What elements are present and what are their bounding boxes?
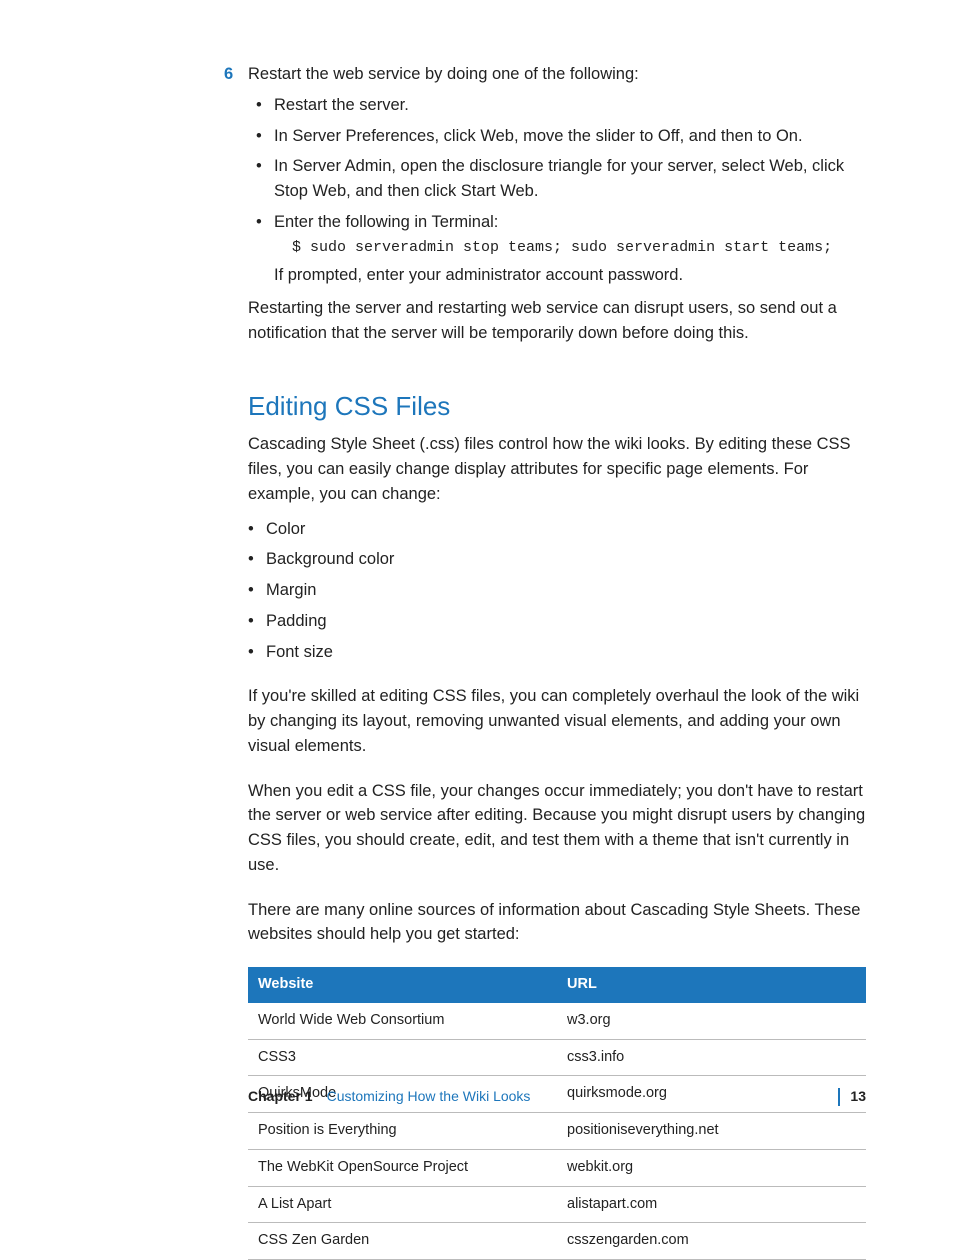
page-number: 13	[850, 1086, 866, 1107]
body-paragraph: There are many online sources of informa…	[248, 898, 866, 948]
site-name: The WebKit OpenSource Project	[248, 1149, 557, 1186]
step-sublist: Restart the server. In Server Preference…	[256, 93, 866, 288]
list-item: Background color	[248, 547, 866, 572]
chapter-title: Customizing How the Wiki Looks	[327, 1086, 819, 1107]
step-number: 6	[224, 62, 233, 87]
site-url: alistapart.com	[557, 1186, 866, 1223]
table-row: A List Apartalistapart.com	[248, 1186, 866, 1223]
list-item-text: Enter the following in Terminal:	[274, 213, 498, 231]
table-header: Website	[248, 967, 557, 1003]
list-item: Restart the server.	[256, 93, 866, 118]
chapter-label: Chapter 1	[248, 1086, 313, 1107]
websites-table: Website URL World Wide Web Consortiumw3.…	[248, 967, 866, 1260]
page-footer: Chapter 1 Customizing How the Wiki Looks…	[248, 1086, 866, 1107]
site-url: positioniseverything.net	[557, 1113, 866, 1150]
table-header: URL	[557, 967, 866, 1003]
section-intro: Cascading Style Sheet (.css) files contr…	[248, 432, 866, 506]
list-item: Enter the following in Terminal: $ sudo …	[256, 210, 866, 288]
table-row: The WebKit OpenSource Projectwebkit.org	[248, 1149, 866, 1186]
step-text: Restart the web service by doing one of …	[248, 62, 866, 87]
page-content: 6 Restart the web service by doing one o…	[0, 0, 954, 1260]
list-item: In Server Admin, open the disclosure tri…	[256, 154, 866, 204]
body-paragraph: If you're skilled at editing CSS files, …	[248, 684, 866, 758]
site-url: css3.info	[557, 1039, 866, 1076]
site-url: webkit.org	[557, 1149, 866, 1186]
site-name: Position is Everything	[248, 1113, 557, 1150]
site-name: CSS Zen Garden	[248, 1223, 557, 1260]
table-row: Position is Everythingpositioniseverythi…	[248, 1113, 866, 1150]
list-item: Padding	[248, 609, 866, 634]
body-paragraph: When you edit a CSS file, your changes o…	[248, 779, 866, 878]
site-name: A List Apart	[248, 1186, 557, 1223]
list-item: Font size	[248, 640, 866, 665]
list-item: Margin	[248, 578, 866, 603]
step-6: 6 Restart the web service by doing one o…	[248, 62, 866, 345]
list-item: In Server Preferences, click Web, move t…	[256, 124, 866, 149]
site-url: csszengarden.com	[557, 1223, 866, 1260]
list-item: Color	[248, 517, 866, 542]
after-code-text: If prompted, enter your administrator ac…	[274, 263, 866, 288]
attribute-list: Color Background color Margin Padding Fo…	[248, 517, 866, 665]
terminal-command: $ sudo serveradmin stop teams; sudo serv…	[292, 237, 866, 260]
table-header-row: Website URL	[248, 967, 866, 1003]
site-name: World Wide Web Consortium	[248, 1003, 557, 1039]
table-row: World Wide Web Consortiumw3.org	[248, 1003, 866, 1039]
site-url: w3.org	[557, 1003, 866, 1039]
table-row: CSS3css3.info	[248, 1039, 866, 1076]
section-heading: Editing CSS Files	[248, 387, 866, 426]
site-name: CSS3	[248, 1039, 557, 1076]
footer-divider	[838, 1088, 840, 1106]
table-row: CSS Zen Gardencsszengarden.com	[248, 1223, 866, 1260]
step-closing: Restarting the server and restarting web…	[248, 296, 866, 346]
